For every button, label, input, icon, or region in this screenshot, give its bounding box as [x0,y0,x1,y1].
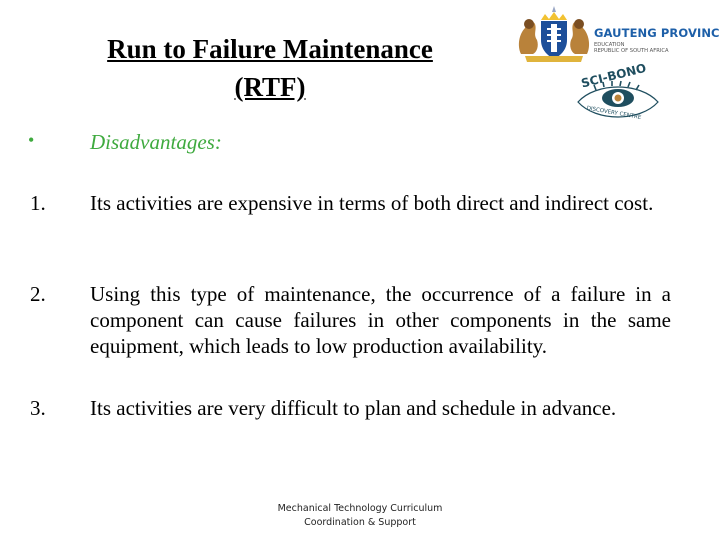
gauteng-province-name: GAUTENG PROVINCE [594,26,720,40]
bullet-icon: • [28,130,35,150]
logos-area: GAUTENG PROVINCE EDUCATION REPUBLIC OF S… [510,4,720,130]
title-line-1: Run to Failure Maintenance [107,34,433,64]
title-line-2: (RTF) [234,72,306,102]
list-item-text: Its activities are expensive in terms of… [90,191,654,215]
list-item-text: Its activities are very difficult to pla… [90,396,617,420]
list-item-number: 1. [30,191,46,215]
disadvantages-label: Disadvantages: [90,130,222,154]
sci-bono-logo: SCI-BONO DISCOVERY CENTRE [577,61,659,121]
list-item-number: 2. [30,282,46,306]
footer-line-1: Mechanical Technology Curriculum [277,503,443,514]
list-item-text: Using this type of maintenance, the occu… [90,282,671,358]
footer-line-2: Coordination & Support [304,517,416,528]
gauteng-country: REPUBLIC OF SOUTH AFRICA [594,48,669,54]
list-item-number: 3. [30,396,46,420]
slide-footer: Mechanical Technology Curriculum Coordin… [250,502,470,530]
coat-of-arms-icon [518,6,590,62]
slide-title: Run to Failure Maintenance (RTF) [60,30,480,106]
